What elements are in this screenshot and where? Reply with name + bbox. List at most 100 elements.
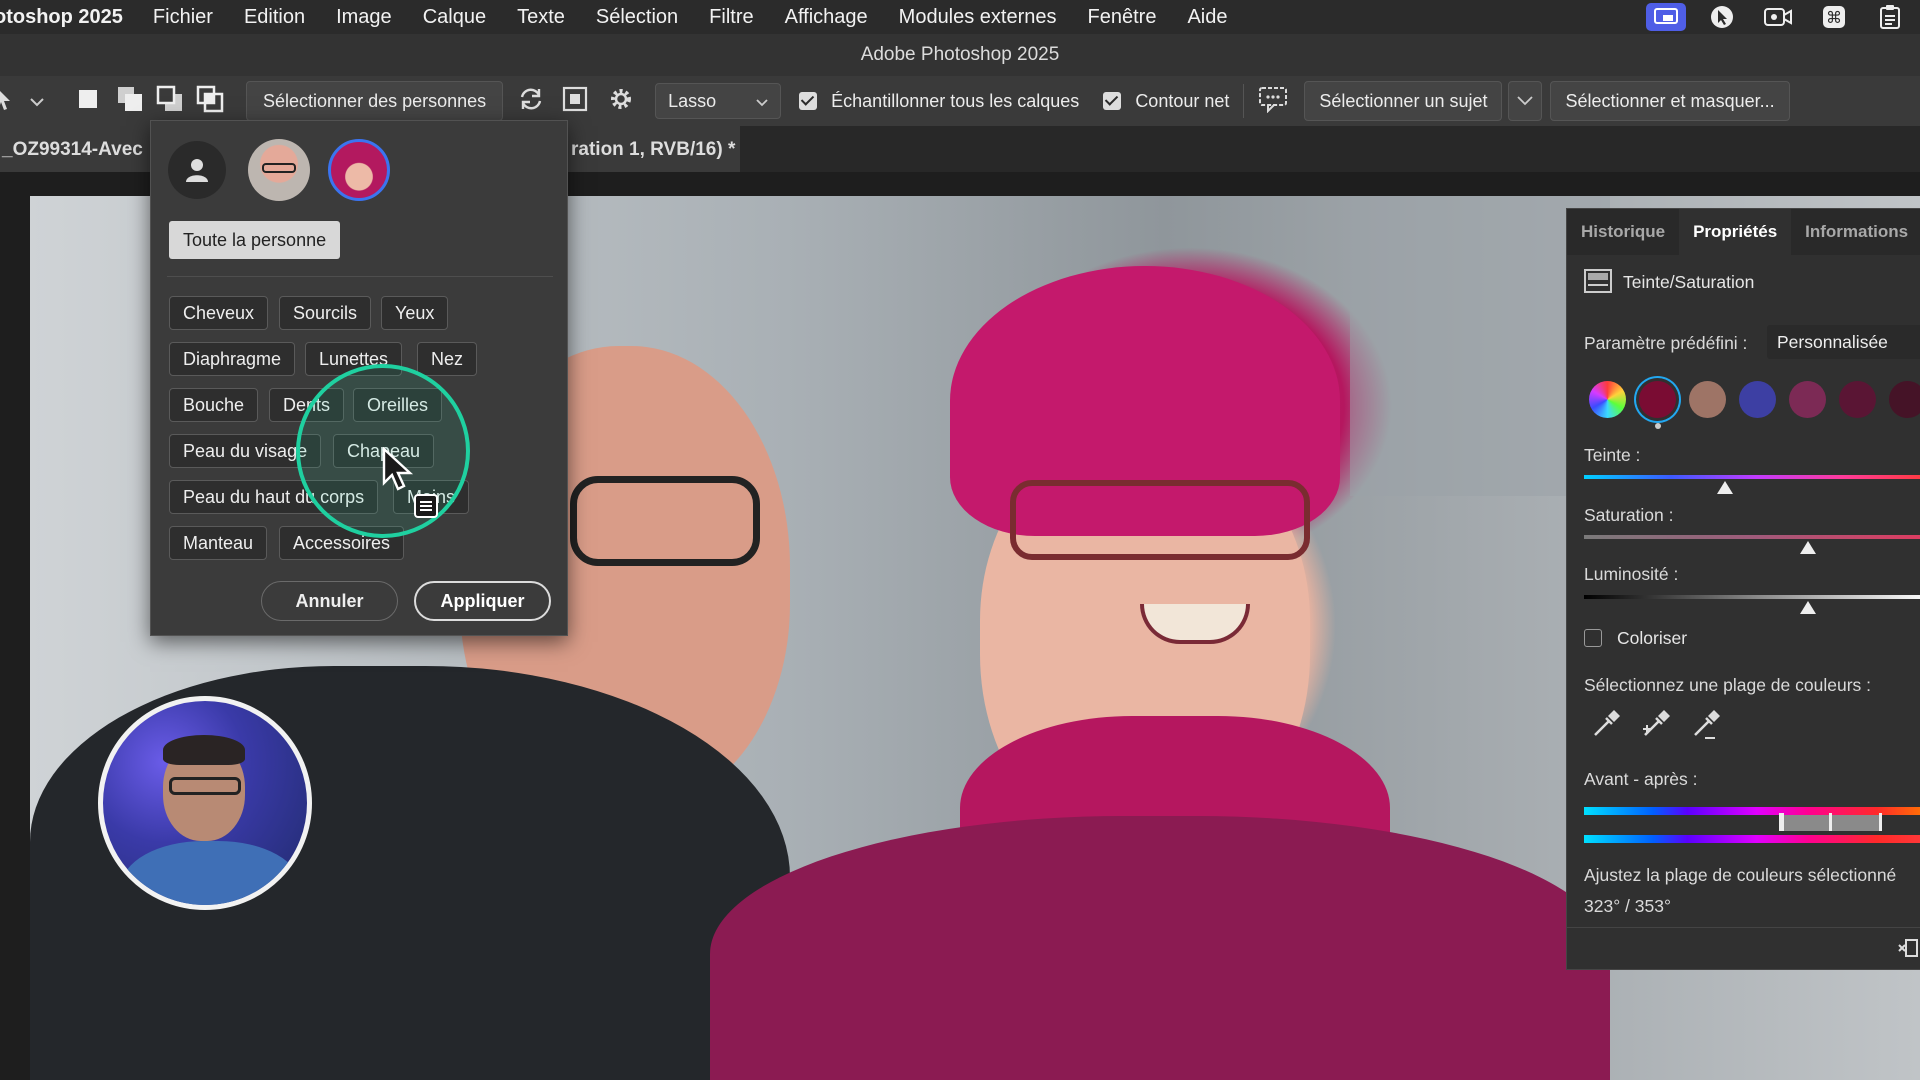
menu-image[interactable]: Image [336,6,392,29]
tab-properties[interactable]: Propriétés [1679,209,1792,255]
menu-modules-externes[interactable]: Modules externes [899,6,1057,29]
chat-feedback-icon[interactable] [1258,85,1288,118]
saturation-slider-track[interactable] [1584,535,1920,539]
people-thumbnail-all[interactable] [168,141,226,199]
colorize-checkbox[interactable] [1584,629,1602,647]
add-to-selection-icon[interactable] [116,85,144,118]
whole-person-label: Toute la personne [183,230,327,250]
part-mouth-button[interactable]: Bouche [169,388,259,422]
clip-to-layer-icon[interactable] [1897,937,1919,964]
hue-label: Teinte : [1584,445,1641,465]
range-slider-end-tick[interactable] [1879,813,1882,831]
settings-gear-icon[interactable] [607,85,635,118]
eyedropper-icon[interactable] [1591,709,1621,744]
smooth-edge-checkbox[interactable] [1103,92,1122,110]
swatch-color-wheel[interactable] [1589,381,1626,418]
whole-person-button[interactable]: Toute la personne [169,221,341,259]
color-range-label: Sélectionnez une plage de couleurs : [1584,675,1872,695]
tab-info[interactable]: Informations [1791,209,1920,255]
people-picker-popover: Toute la personne Cheveux Sourcils Yeux … [150,120,568,636]
part-nose-button[interactable]: Nez [417,342,478,376]
command-key-icon[interactable]: ⌘ [1814,3,1854,31]
refresh-icon[interactable] [517,85,545,118]
webcam-person-glasses [169,777,241,795]
properties-tabs: Historique Propriétés Informations [1567,209,1920,255]
range-slider-left-tick[interactable] [1779,813,1784,831]
menu-affichage[interactable]: Affichage [785,6,868,29]
lightness-slider-track[interactable] [1584,595,1920,599]
select-and-mask-label: Sélectionner et masquer... [1565,90,1775,111]
people-thumbnail-man[interactable] [248,139,310,201]
select-subject-button[interactable]: Sélectionner un sujet [1304,81,1503,121]
lightness-slider-thumb[interactable] [1800,601,1817,614]
hue-slider-thumb[interactable] [1717,481,1734,494]
sample-all-layers-checkbox[interactable] [799,92,818,110]
selection-tool-icon[interactable] [0,86,14,116]
select-people-label: Sélectionner des personnes [263,90,487,111]
saturation-label: Saturation : [1584,505,1674,525]
menu-edition[interactable]: Edition [244,6,305,29]
swatch-selected[interactable] [1639,381,1676,418]
subtract-from-selection-icon[interactable] [156,85,184,118]
part-coat-button[interactable]: Manteau [169,526,268,560]
clipboard-icon[interactable] [1870,3,1910,31]
cancel-button[interactable]: Annuler [261,581,398,621]
man-glasses-shape [570,476,760,566]
webcam-person-hair [163,735,245,765]
menu-bar: otoshop 2025 Fichier Edition Image Calqu… [0,0,1920,34]
before-after-label: Avant - après : [1584,769,1698,789]
select-and-mask-button[interactable]: Sélectionner et masquer... [1550,81,1790,121]
saturation-slider-thumb[interactable] [1800,541,1817,554]
new-selection-icon[interactable] [76,87,100,116]
context-menu-cursor-icon [413,493,439,524]
tab-history[interactable]: Historique [1567,209,1679,255]
eyedropper-plus-icon[interactable] [1641,709,1673,746]
menu-texte[interactable]: Texte [517,6,565,29]
screen-share-icon[interactable] [1646,3,1686,31]
intersect-selection-icon[interactable] [196,85,224,118]
range-slider-right-tick[interactable] [1829,813,1832,831]
mouse-pointer-icon [381,446,417,498]
hue-slider-track[interactable] [1584,475,1920,479]
preset-select[interactable]: Personnalisée [1767,325,1920,359]
menu-selection[interactable]: Sélection [596,6,678,29]
swatch-2[interactable] [1689,381,1726,418]
select-people-button[interactable]: Sélectionner des personnes [246,81,504,121]
swatch-3[interactable] [1739,381,1776,418]
options-divider [1243,84,1245,118]
select-subject-options-button[interactable] [1508,81,1543,121]
person-silhouette-icon [186,159,208,182]
range-slider-region[interactable] [1782,815,1882,831]
document-tab-title-right: ration 1, RVB/16) * [571,139,736,160]
lasso-dropdown-chevron-icon [756,91,768,112]
menu-bar-tray: ⌘ [1646,0,1910,34]
options-bar: Sélectionner des personnes Lasso Échanti… [0,76,1920,126]
swatch-6[interactable] [1889,381,1920,418]
cursor-icon[interactable] [1702,3,1742,31]
object-finder-icon[interactable] [561,85,589,118]
webcam-person-shirt [121,841,301,905]
menu-filtre[interactable]: Filtre [709,6,753,29]
tool-preset-chevron-icon[interactable] [30,91,46,112]
people-thumbnail-woman-selected[interactable] [328,139,390,201]
part-eyebrows-button[interactable]: Sourcils [279,296,372,330]
lightness-label: Luminosité : [1584,564,1679,584]
cancel-label: Annuler [295,591,364,611]
swatch-4[interactable] [1789,381,1826,418]
part-diaphragm-button[interactable]: Diaphragme [169,342,296,376]
swatch-5[interactable] [1839,381,1876,418]
man-thumb-glasses [262,163,296,173]
menu-calque[interactable]: Calque [423,6,486,29]
menu-fenetre[interactable]: Fenêtre [1088,6,1157,29]
apply-button[interactable]: Appliquer [414,581,551,621]
properties-panel: Historique Propriétés Informations Teint… [1566,208,1920,970]
webcam-overlay [98,696,312,910]
eyedropper-minus-icon[interactable] [1691,709,1723,746]
menu-aide[interactable]: Aide [1187,6,1227,29]
part-hair-button[interactable]: Cheveux [169,296,269,330]
video-camera-icon[interactable] [1758,3,1798,31]
svg-text:⌘: ⌘ [1826,8,1842,27]
lasso-mode-select[interactable]: Lasso [655,83,782,119]
part-eyes-button[interactable]: Yeux [381,296,449,330]
menu-fichier[interactable]: Fichier [153,6,213,29]
